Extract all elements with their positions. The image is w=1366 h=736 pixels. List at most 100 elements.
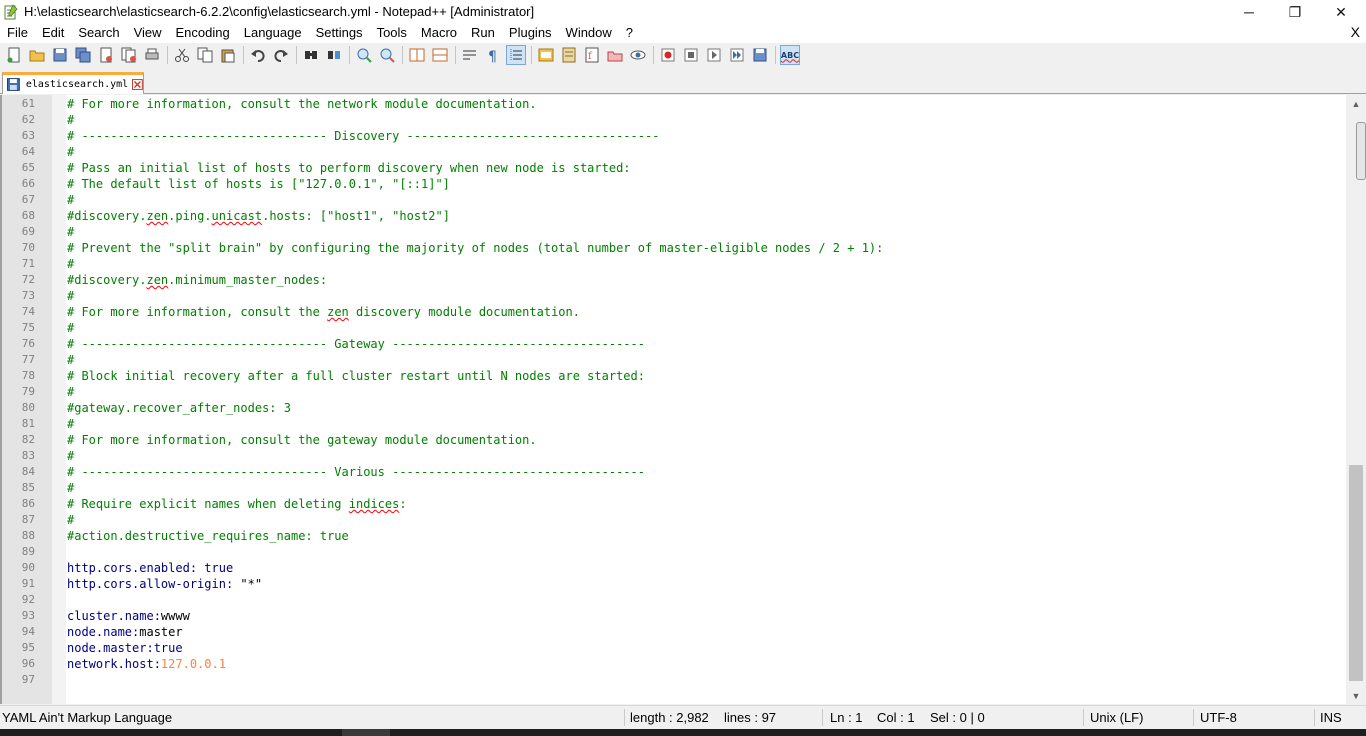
menu-macro[interactable]: Macro xyxy=(414,24,464,43)
menu-run[interactable]: Run xyxy=(464,24,502,43)
code-line[interactable]: 74 # For more information, consult the ze… xyxy=(2,304,1346,320)
code-line[interactable]: 73 # xyxy=(2,288,1346,304)
code-line[interactable]: 79 # xyxy=(2,384,1346,400)
word-wrap-button[interactable] xyxy=(460,45,480,65)
code-line[interactable]: 97 xyxy=(2,672,1346,688)
code-area[interactable]: 61 # For more information, consult the ne… xyxy=(2,95,1346,704)
print-icon xyxy=(145,48,159,60)
tab-elasticsearch-yml[interactable]: elasticsearch.yml xyxy=(2,72,144,94)
close-all-button[interactable] xyxy=(119,45,139,65)
code-line[interactable]: 70 # Prevent the "split brain" by configu… xyxy=(2,240,1346,256)
minimize-button[interactable]: ─ xyxy=(1226,0,1272,24)
zoom-in-button[interactable] xyxy=(354,45,374,65)
menu-search[interactable]: Search xyxy=(71,24,126,43)
code-line[interactable]: 62 # xyxy=(2,112,1346,128)
user-defined-language-button[interactable] xyxy=(536,45,556,65)
status-encoding[interactable]: UTF-8 xyxy=(1200,710,1237,725)
code-line[interactable]: 90 http.cors.enabled: true xyxy=(2,560,1346,576)
code-line[interactable]: 61 # For more information, consult the ne… xyxy=(2,96,1346,112)
code-line[interactable]: 72 #discovery.zen.minimum_master_nodes: xyxy=(2,272,1346,288)
code-line[interactable]: 95 node.master:true xyxy=(2,640,1346,656)
code-line[interactable]: 80 #gateway.recover_after_nodes: 3 xyxy=(2,400,1346,416)
save-button[interactable] xyxy=(50,45,70,65)
close-button[interactable] xyxy=(96,45,116,65)
scroll-thumb[interactable] xyxy=(1349,465,1363,681)
open-file-button[interactable] xyxy=(27,45,47,65)
undo-button[interactable] xyxy=(248,45,268,65)
maximize-button[interactable]: ❐ xyxy=(1272,0,1318,24)
print-button[interactable] xyxy=(142,45,162,65)
indent-guide-button[interactable] xyxy=(506,45,526,65)
code-line[interactable]: 63 # ---------------------------------- D… xyxy=(2,128,1346,144)
spell-check-button[interactable]: ABC xyxy=(780,45,800,65)
menu-help[interactable]: ? xyxy=(619,24,640,43)
code-line[interactable]: 69 # xyxy=(2,224,1346,240)
menu-window[interactable]: Window xyxy=(559,24,619,43)
code-line[interactable]: 68 #discovery.zen.ping.unicast.hosts: ["h… xyxy=(2,208,1346,224)
close-tab-icon[interactable] xyxy=(132,79,143,90)
close-window-button[interactable]: ✕ xyxy=(1318,0,1364,24)
code-line[interactable]: 88 #action.destructive_requires_name: tru… xyxy=(2,528,1346,544)
code-line[interactable]: 94 node.name:master xyxy=(2,624,1346,640)
code-line[interactable]: 77 # xyxy=(2,352,1346,368)
stop-macro-button[interactable] xyxy=(681,45,701,65)
cut-button[interactable] xyxy=(172,45,192,65)
code-line[interactable]: 67 # xyxy=(2,192,1346,208)
code-line[interactable]: 84 # ---------------------------------- V… xyxy=(2,464,1346,480)
monitoring-button[interactable] xyxy=(628,45,648,65)
code-line[interactable]: 64 # xyxy=(2,144,1346,160)
save-macro-button[interactable] xyxy=(750,45,770,65)
run-macro-multiple-button[interactable] xyxy=(727,45,747,65)
paste-button[interactable] xyxy=(218,45,238,65)
code-line[interactable]: 83 # xyxy=(2,448,1346,464)
copy-button[interactable] xyxy=(195,45,215,65)
menu-edit[interactable]: Edit xyxy=(35,24,71,43)
code-line[interactable]: 89 xyxy=(2,544,1346,560)
menu-tools[interactable]: Tools xyxy=(370,24,414,43)
replace-button[interactable] xyxy=(324,45,344,65)
code-line[interactable]: 71 # xyxy=(2,256,1346,272)
code-line[interactable]: 92 xyxy=(2,592,1346,608)
show-all-chars-button[interactable]: ¶ xyxy=(483,45,503,65)
code-line[interactable]: 82 # For more information, consult the ga… xyxy=(2,432,1346,448)
code-line[interactable]: 65 # Pass an initial list of hosts to per… xyxy=(2,160,1346,176)
close-document-button[interactable]: X xyxy=(1351,24,1360,43)
status-eol-format[interactable]: Unix (LF) xyxy=(1090,710,1143,725)
sync-horizontal-button[interactable] xyxy=(430,45,450,65)
menu-view[interactable]: View xyxy=(127,24,169,43)
code-line[interactable]: 76 # ---------------------------------- G… xyxy=(2,336,1346,352)
code-line[interactable]: 86 # Require explicit names when deleting… xyxy=(2,496,1346,512)
menu-settings[interactable]: Settings xyxy=(309,24,370,43)
save-all-button[interactable] xyxy=(73,45,93,65)
line-text: # xyxy=(67,416,74,432)
scroll-grip-handle[interactable] xyxy=(1356,122,1366,180)
record-macro-button[interactable] xyxy=(658,45,678,65)
document-map-button[interactable] xyxy=(559,45,579,65)
folder-as-workspace-button[interactable] xyxy=(605,45,625,65)
code-line[interactable]: 96 network.host:127.0.0.1 xyxy=(2,656,1346,672)
code-line[interactable]: 66 # The default list of hosts is ["127.0… xyxy=(2,176,1346,192)
sync-vertical-button[interactable] xyxy=(407,45,427,65)
menu-language[interactable]: Language xyxy=(237,24,309,43)
redo-button[interactable] xyxy=(271,45,291,65)
find-button[interactable] xyxy=(301,45,321,65)
scroll-up-arrow-icon[interactable]: ▲ xyxy=(1346,95,1366,112)
code-line[interactable]: 87 # xyxy=(2,512,1346,528)
text-editor[interactable]: 61 # For more information, consult the ne… xyxy=(0,95,1366,704)
code-line[interactable]: 78 # Block initial recovery after a full … xyxy=(2,368,1346,384)
vertical-scrollbar[interactable]: ▲ ▼ xyxy=(1346,95,1366,704)
function-list-button[interactable]: f xyxy=(582,45,602,65)
status-insert-mode[interactable]: INS xyxy=(1320,710,1342,725)
code-line[interactable]: 93 cluster.name:wwww xyxy=(2,608,1346,624)
code-line[interactable]: 75 # xyxy=(2,320,1346,336)
scroll-down-arrow-icon[interactable]: ▼ xyxy=(1346,687,1366,704)
code-line[interactable]: 81 # xyxy=(2,416,1346,432)
play-macro-button[interactable] xyxy=(704,45,724,65)
code-line[interactable]: 85 # xyxy=(2,480,1346,496)
menu-plugins[interactable]: Plugins xyxy=(502,24,559,43)
menu-encoding[interactable]: Encoding xyxy=(169,24,237,43)
menu-file[interactable]: File xyxy=(0,24,35,43)
new-file-button[interactable] xyxy=(4,45,24,65)
code-line[interactable]: 91 http.cors.allow-origin: "*" xyxy=(2,576,1346,592)
zoom-out-button[interactable] xyxy=(377,45,397,65)
